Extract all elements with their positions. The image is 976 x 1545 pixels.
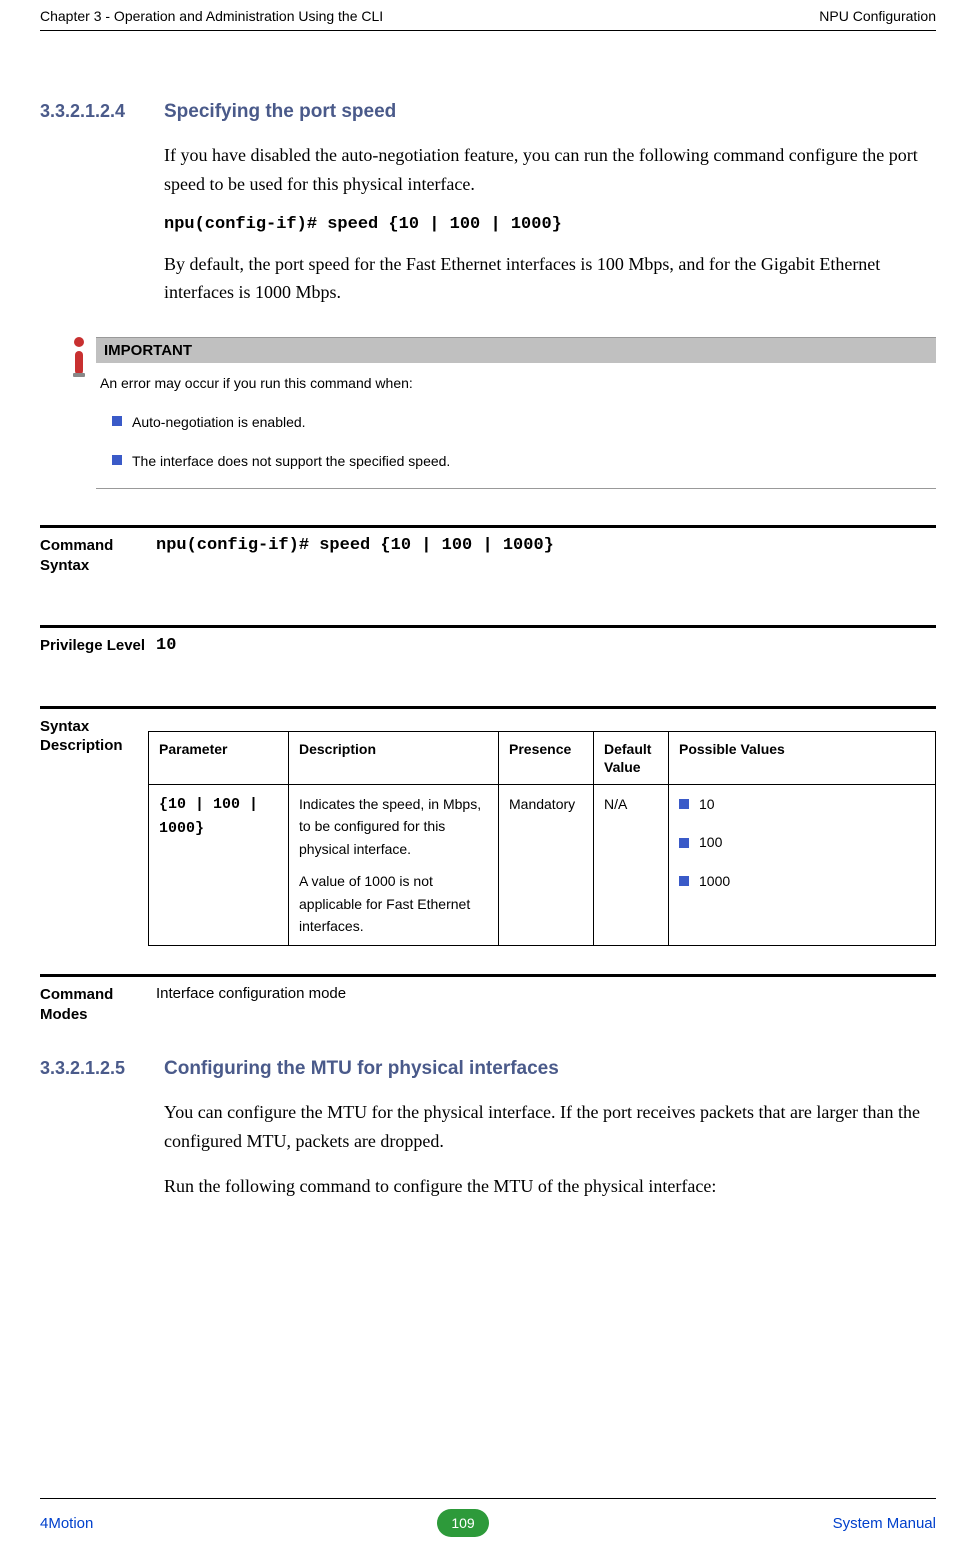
- info-icon: [40, 337, 96, 489]
- possible-value-text: 100: [699, 831, 722, 853]
- cell-parameter: {10 | 100 | 1000}: [149, 785, 289, 946]
- section-title: Configuring the MTU for physical interfa…: [164, 1058, 559, 1080]
- col-presence: Presence: [499, 731, 594, 784]
- important-list-item: The interface does not support the speci…: [112, 451, 928, 472]
- page-number-badge: 109: [437, 1509, 488, 1537]
- section-title-row: 3.3.2.1.2.4 Specifying the port speed: [40, 101, 936, 123]
- important-intro: An error may occur if you run this comma…: [100, 373, 928, 394]
- possible-value-text: 10: [699, 793, 715, 815]
- important-body: An error may occur if you run this comma…: [96, 363, 936, 489]
- important-content: IMPORTANT An error may occur if you run …: [96, 337, 936, 489]
- section-title-row: 3.3.2.1.2.5 Configuring the MTU for phys…: [40, 1058, 936, 1080]
- important-list-item: Auto-negotiation is enabled.: [112, 412, 928, 433]
- footer-left: 4Motion: [40, 1515, 93, 1532]
- command-syntax-block: Command Syntax npu(config-if)# speed {10…: [40, 525, 936, 575]
- possible-value-text: 1000: [699, 870, 730, 892]
- description-paragraph: A value of 1000 is not applicable for Fa…: [299, 870, 488, 937]
- page-footer: 4Motion 109 System Manual: [40, 1498, 936, 1537]
- cell-description: Indicates the speed, in Mbps, to be conf…: [289, 785, 499, 946]
- section-number: 3.3.2.1.2.4: [40, 101, 164, 122]
- section-paragraph: You can configure the MTU for the physic…: [164, 1098, 936, 1156]
- possible-value-item: 1000: [679, 870, 925, 892]
- bullet-icon: [679, 799, 689, 809]
- section-title: Specifying the port speed: [164, 101, 396, 123]
- footer-right: System Manual: [833, 1515, 936, 1532]
- description-paragraph: Indicates the speed, in Mbps, to be conf…: [299, 793, 488, 860]
- bullet-icon: [679, 838, 689, 848]
- page-header: Chapter 3 - Operation and Administration…: [40, 0, 936, 31]
- header-right: NPU Configuration: [819, 8, 936, 24]
- block-value: Interface configuration mode: [148, 985, 936, 1024]
- block-label: Privilege Level: [40, 636, 148, 656]
- section-paragraph: Run the following command to configure t…: [164, 1172, 936, 1201]
- section-specifying-port-speed: 3.3.2.1.2.4 Specifying the port speed If…: [40, 101, 936, 307]
- header-left: Chapter 3 - Operation and Administration…: [40, 8, 383, 24]
- important-item-text: The interface does not support the speci…: [132, 451, 450, 472]
- col-default-value: Default Value: [594, 731, 669, 784]
- block-label: Command Modes: [40, 985, 148, 1024]
- possible-value-item: 100: [679, 831, 925, 853]
- bullet-icon: [679, 876, 689, 886]
- cell-possible-values: 10 100 1000: [669, 785, 936, 946]
- table-header-row: Parameter Description Presence Default V…: [149, 731, 936, 784]
- possible-value-item: 10: [679, 793, 925, 815]
- block-label: Command Syntax: [40, 536, 148, 575]
- syntax-description-table: Parameter Description Presence Default V…: [148, 731, 936, 947]
- cell-presence: Mandatory: [499, 785, 594, 946]
- col-description: Description: [289, 731, 499, 784]
- block-value: 10: [148, 636, 936, 656]
- section-paragraph: If you have disabled the auto-negotiatio…: [164, 141, 936, 199]
- block-value: npu(config-if)# speed {10 | 100 | 1000}: [148, 536, 936, 575]
- table-row: {10 | 100 | 1000} Indicates the speed, i…: [149, 785, 936, 946]
- col-parameter: Parameter: [149, 731, 289, 784]
- section-number: 3.3.2.1.2.5: [40, 1058, 164, 1079]
- important-callout: IMPORTANT An error may occur if you run …: [40, 337, 936, 489]
- privilege-level-block: Privilege Level 10: [40, 625, 936, 656]
- section-paragraph: By default, the port speed for the Fast …: [164, 250, 936, 308]
- cell-default: N/A: [594, 785, 669, 946]
- important-item-text: Auto-negotiation is enabled.: [132, 412, 306, 433]
- section-configuring-mtu: 3.3.2.1.2.5 Configuring the MTU for phys…: [40, 1058, 936, 1200]
- command-modes-block: Command Modes Interface configuration mo…: [40, 974, 936, 1024]
- block-label: Syntax Description: [40, 717, 148, 947]
- code-line: npu(config-if)# speed {10 | 100 | 1000}: [164, 215, 936, 234]
- important-heading: IMPORTANT: [96, 338, 936, 363]
- bullet-icon: [112, 455, 122, 465]
- bullet-icon: [112, 416, 122, 426]
- syntax-description-block: Syntax Description Parameter Description…: [40, 706, 936, 947]
- col-possible-values: Possible Values: [669, 731, 936, 784]
